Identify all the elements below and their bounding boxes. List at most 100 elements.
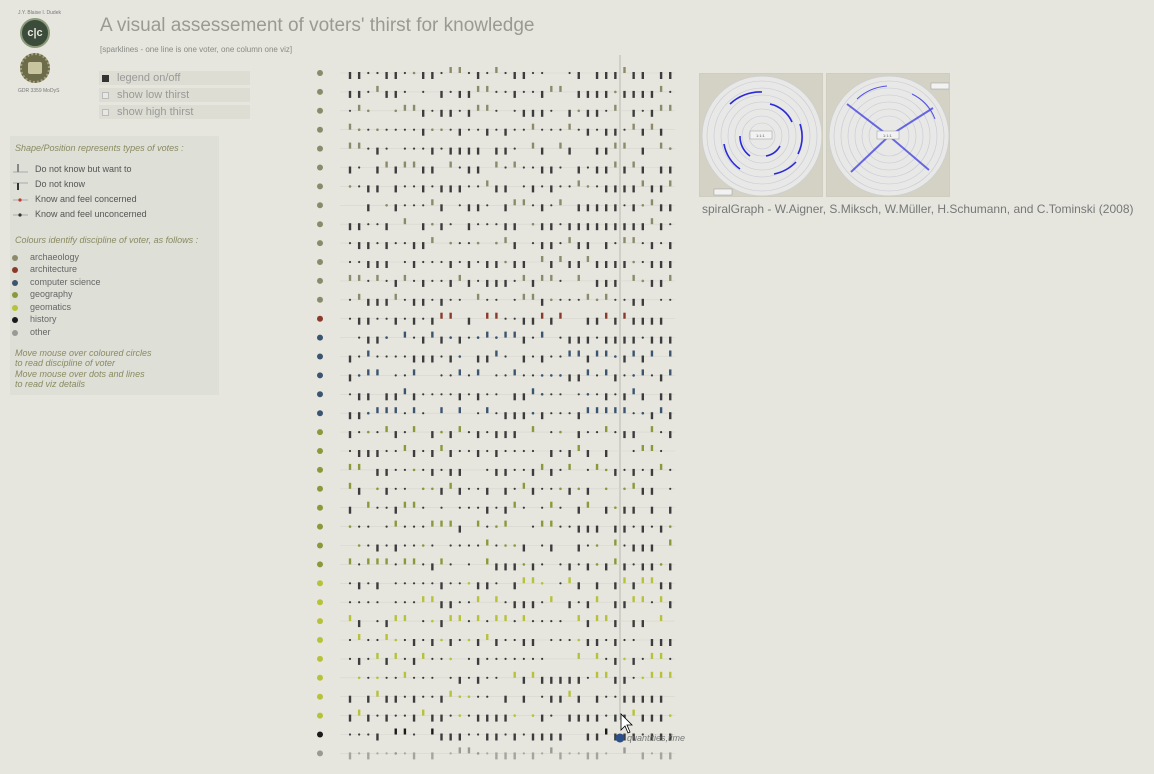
- vote-bar-want-to-know[interactable]: [659, 671, 663, 678]
- vote-dot[interactable]: [376, 601, 379, 604]
- vote-bar-dont-know[interactable]: [641, 487, 644, 495]
- vote-dot[interactable]: [522, 468, 525, 471]
- vote-dot[interactable]: [595, 374, 599, 377]
- vote-dot[interactable]: [412, 544, 416, 547]
- vote-bar-dont-know[interactable]: [476, 147, 480, 155]
- vote-dot[interactable]: [541, 544, 544, 547]
- voter-circle[interactable]: [317, 712, 323, 719]
- vote-dot[interactable]: [486, 676, 489, 679]
- vote-dot[interactable]: [467, 185, 471, 188]
- vote-dot[interactable]: [412, 582, 416, 585]
- vote-dot[interactable]: [403, 71, 406, 75]
- vote-bar-dont-know[interactable]: [568, 109, 571, 117]
- vote-bar-want-to-know[interactable]: [650, 123, 654, 130]
- voter-circle[interactable]: [317, 202, 323, 209]
- vote-dot[interactable]: [348, 109, 352, 112]
- vote-bar-dont-know[interactable]: [586, 752, 590, 760]
- vote-dot-concerned[interactable]: [476, 752, 480, 755]
- vote-bar-want-to-know[interactable]: [632, 482, 635, 489]
- vote-bar-want-to-know[interactable]: [348, 482, 352, 489]
- vote-dot-concerned[interactable]: [623, 657, 626, 661]
- vote-dot-concerned[interactable]: [540, 582, 544, 585]
- vote-bar-dont-know[interactable]: [614, 317, 617, 325]
- vote-bar-dont-know[interactable]: [540, 355, 544, 363]
- vote-bar-want-to-know[interactable]: [550, 85, 553, 92]
- voter-circle[interactable]: [317, 485, 323, 492]
- vote-bar-dont-know[interactable]: [385, 393, 388, 401]
- vote-dot[interactable]: [650, 601, 654, 604]
- vote-dot[interactable]: [412, 601, 416, 604]
- voter-circle[interactable]: [317, 561, 323, 568]
- vote-bar-want-to-know[interactable]: [348, 142, 352, 149]
- vote-bar-dont-know[interactable]: [623, 431, 626, 439]
- vote-bar-dont-know[interactable]: [376, 147, 379, 155]
- vote-bar-want-to-know[interactable]: [550, 274, 553, 281]
- vote-bar-want-to-know[interactable]: [348, 558, 352, 565]
- vote-bar-dont-know[interactable]: [614, 336, 617, 344]
- vote-dot-concerned[interactable]: [604, 468, 608, 472]
- vote-bar-dont-know[interactable]: [467, 90, 471, 98]
- vote-bar-dont-know[interactable]: [659, 317, 663, 325]
- vote-dot[interactable]: [504, 733, 507, 736]
- vote-bar-want-to-know[interactable]: [449, 520, 452, 527]
- vote-bar-dont-know[interactable]: [467, 261, 471, 268]
- vote-bar-dont-know[interactable]: [586, 355, 590, 363]
- voter-circle[interactable]: [317, 334, 323, 341]
- vote-bar-want-to-know[interactable]: [595, 671, 599, 678]
- vote-bar-dont-know[interactable]: [641, 714, 644, 722]
- vote-bar-dont-know[interactable]: [440, 714, 443, 722]
- vote-bar-dont-know[interactable]: [357, 317, 361, 325]
- vote-bar-dont-know[interactable]: [367, 393, 370, 401]
- vote-dot[interactable]: [504, 449, 507, 453]
- vote-bar-want-to-know[interactable]: [376, 407, 379, 414]
- vote-bar-want-to-know[interactable]: [403, 161, 407, 168]
- vote-bar-dont-know[interactable]: [531, 279, 535, 287]
- vote-bar-dont-know[interactable]: [504, 752, 507, 760]
- vote-dot[interactable]: [531, 336, 535, 339]
- vote-bar-want-to-know[interactable]: [623, 142, 626, 149]
- vote-dot[interactable]: [632, 412, 635, 415]
- vote-bar-dont-know[interactable]: [568, 601, 571, 609]
- vote-dot-concerned[interactable]: [614, 90, 617, 94]
- vote-bar-want-to-know[interactable]: [357, 274, 361, 281]
- vote-bar-dont-know[interactable]: [385, 657, 388, 665]
- vote-bar-dont-know[interactable]: [595, 317, 599, 325]
- vote-dot[interactable]: [632, 563, 635, 566]
- vote-dot[interactable]: [449, 544, 452, 547]
- voter-circle[interactable]: [317, 107, 323, 114]
- vote-dot[interactable]: [495, 298, 498, 301]
- vote-dot-concerned[interactable]: [431, 222, 434, 226]
- vote-bar-dont-know[interactable]: [641, 128, 644, 136]
- vote-bar-dont-know[interactable]: [605, 242, 608, 250]
- vote-bar-dont-know[interactable]: [650, 412, 654, 420]
- vote-bar-want-to-know[interactable]: [550, 520, 553, 527]
- vote-bar-dont-know[interactable]: [513, 752, 516, 760]
- vote-dot[interactable]: [431, 695, 434, 698]
- vote-dot[interactable]: [531, 620, 535, 623]
- vote-bar-dont-know[interactable]: [623, 676, 626, 684]
- vote-bar-dont-know[interactable]: [431, 450, 434, 457]
- sparkline-grid[interactable]: [0, 0, 1154, 774]
- vote-dot[interactable]: [522, 128, 525, 131]
- vote-dot-concerned[interactable]: [412, 468, 416, 472]
- vote-bar-want-to-know[interactable]: [486, 407, 489, 414]
- vote-dot-concerned[interactable]: [458, 714, 462, 717]
- vote-dot[interactable]: [449, 393, 452, 396]
- vote-bar-dont-know[interactable]: [586, 450, 590, 457]
- vote-bar-dont-know[interactable]: [513, 601, 516, 609]
- vote-bar-dont-know[interactable]: [431, 563, 434, 571]
- vote-bar-dont-know[interactable]: [568, 676, 571, 684]
- vote-dot[interactable]: [504, 90, 507, 93]
- vote-bar-want-to-know[interactable]: [614, 104, 617, 111]
- vote-bar-want-to-know[interactable]: [540, 520, 544, 527]
- vote-dot-concerned[interactable]: [495, 336, 498, 339]
- vote-bar-dont-know[interactable]: [623, 355, 626, 363]
- vote-bar-want-to-know[interactable]: [394, 728, 397, 735]
- vote-bar-dont-know[interactable]: [440, 90, 443, 98]
- vote-bar-want-to-know[interactable]: [504, 331, 507, 338]
- vote-dot[interactable]: [376, 71, 379, 75]
- vote-bar-dont-know[interactable]: [632, 506, 635, 514]
- vote-bar-dont-know[interactable]: [659, 582, 663, 590]
- vote-bar-dont-know[interactable]: [486, 355, 489, 363]
- vote-dot[interactable]: [422, 506, 425, 509]
